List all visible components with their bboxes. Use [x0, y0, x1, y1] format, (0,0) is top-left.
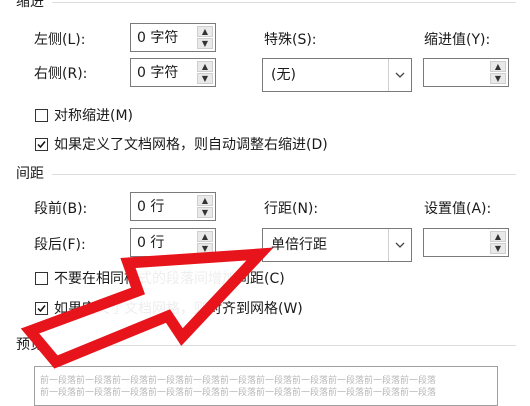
red-arrow-icon	[20, 247, 274, 369]
